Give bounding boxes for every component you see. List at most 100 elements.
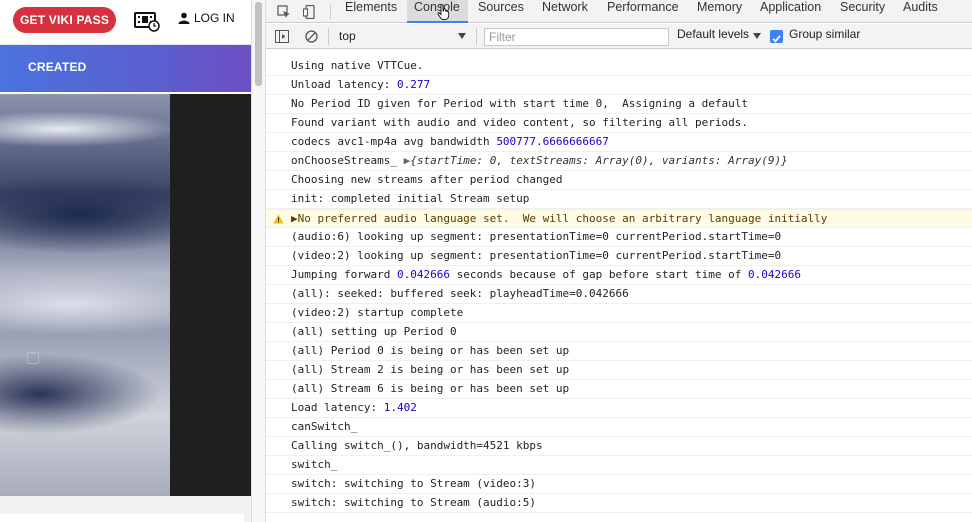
login-button[interactable]: LOG IN <box>178 11 235 25</box>
console-text: {startTime: <box>410 154 490 167</box>
console-text: Unload latency: <box>291 78 397 91</box>
console-text: (all): seeked: buffered seek: playheadTi… <box>291 287 629 300</box>
console-text: Found variant with audio and video conte… <box>291 116 748 129</box>
console-text: Choosing new streams after period change… <box>291 173 563 186</box>
console-text: (all) setting up Period 0 <box>291 325 457 338</box>
console-log-row[interactable]: Unload latency: 0.277 <box>266 76 972 95</box>
console-text: ▶No preferred audio language set. We wil… <box>291 212 828 225</box>
console-log-row[interactable]: Choosing new streams after period change… <box>266 171 972 190</box>
levels-dropdown-icon[interactable] <box>753 33 761 39</box>
toolbar-separator <box>476 28 477 45</box>
dark-side-panel <box>170 94 251 496</box>
tab-sources[interactable]: Sources <box>478 0 524 23</box>
console-text: (all) Period 0 is being or has been set … <box>291 344 570 357</box>
console-text: Using native VTTCue. <box>291 59 424 72</box>
execution-context-select[interactable]: top <box>336 27 470 46</box>
page-scrollbar[interactable] <box>251 0 266 522</box>
console-log-row[interactable]: Jumping forward 0.042666 seconds because… <box>266 266 972 285</box>
tab-security[interactable]: Security <box>840 0 885 23</box>
group-similar-checkbox[interactable] <box>770 30 783 43</box>
console-text: Calling switch_(), bandwidth=4521 kbps <box>291 439 543 452</box>
devtools-panel: Elements Console Sources Network Perform… <box>266 0 972 522</box>
log-levels-dropdown[interactable]: Default levels <box>677 27 749 46</box>
console-log-row[interactable]: canSwitch_ <box>266 418 972 437</box>
console-log-row[interactable]: No Period ID given for Period with start… <box>266 95 972 114</box>
console-text: codecs avc1-mp4a avg bandwidth <box>291 135 497 148</box>
console-warning-row[interactable]: ▶No preferred audio language set. We wil… <box>266 209 972 228</box>
context-dropdown-icon[interactable] <box>458 33 466 39</box>
watermark-icon <box>27 352 39 364</box>
console-log-row[interactable]: (all) setting up Period 0 <box>266 323 972 342</box>
tabbar-separator <box>330 4 331 19</box>
console-log-row[interactable]: switch: switching to Stream (video:3) <box>266 475 972 494</box>
tab-audits[interactable]: Audits <box>903 0 938 23</box>
console-text: switch: switching to Stream (audio:5) <box>291 496 537 509</box>
console-text: Jumping forward <box>291 268 397 281</box>
console-log-row[interactable]: (all): seeked: buffered seek: playheadTi… <box>266 285 972 304</box>
console-text: No Period ID given for Period with start… <box>291 97 748 110</box>
tab-network[interactable]: Network <box>542 0 588 23</box>
console-log-row[interactable]: switch_ <box>266 456 972 475</box>
website-viewport: GET VIKI PASS LOG IN CREATED <box>0 0 251 522</box>
console-text: (all) Stream 2 is being or has been set … <box>291 363 570 376</box>
console-log-row[interactable]: (all) Stream 2 is being or has been set … <box>266 361 972 380</box>
user-icon <box>178 12 190 24</box>
console-log-row[interactable]: onChooseStreams_ ▶{startTime: 0, textStr… <box>266 152 972 171</box>
console-text: (all) Stream 6 is being or has been set … <box>291 382 570 395</box>
tab-elements[interactable]: Elements <box>345 0 397 23</box>
console-log-row[interactable]: (audio:6) looking up segment: presentati… <box>266 228 972 247</box>
warning-icon <box>273 214 284 224</box>
console-log-row[interactable]: (all) Stream 6 is being or has been set … <box>266 380 972 399</box>
console-log-row[interactable]: (video:2) looking up segment: presentati… <box>266 247 972 266</box>
video-player[interactable] <box>0 94 170 496</box>
created-banner: CREATED <box>0 45 251 92</box>
console-text: switch: switching to Stream (video:3) <box>291 477 537 490</box>
console-text: onChooseStreams_ <box>291 154 404 167</box>
console-text: seconds because of gap before start time… <box>449 268 748 281</box>
devtools-tabbar: Elements Console Sources Network Perform… <box>266 0 972 23</box>
console-log-row[interactable]: codecs avc1-mp4a avg bandwidth 500777.66… <box>266 133 972 152</box>
clear-console-icon[interactable] <box>305 30 318 43</box>
console-log-row[interactable]: Using native VTTCue. <box>266 57 972 76</box>
console-filter-input[interactable] <box>484 28 669 46</box>
console-text: (video:2) looking up segment: presentati… <box>291 249 782 262</box>
checkmark-icon <box>772 35 781 43</box>
group-similar-label[interactable]: Group similar <box>789 27 860 46</box>
console-text: 500777.6666666667 <box>496 135 609 148</box>
console-text: (audio:6) looking up segment: presentati… <box>291 230 782 243</box>
console-text: init: completed initial Stream setup <box>291 192 530 205</box>
console-log-row[interactable]: (all) Period 0 is being or has been set … <box>266 342 972 361</box>
site-header: GET VIKI PASS LOG IN <box>0 0 251 45</box>
console-log-row[interactable]: Found variant with audio and video conte… <box>266 114 972 133</box>
console-text: switch_ <box>291 458 338 471</box>
console-text: 0.042666 <box>396 268 450 281</box>
toolbar-separator <box>328 28 329 45</box>
console-log-row[interactable]: (video:2) startup complete <box>266 304 972 323</box>
console-log-row[interactable]: Load latency: 1.402 <box>266 399 972 418</box>
console-log-row[interactable]: switch: switching to Stream (audio:5) <box>266 494 972 513</box>
console-toolbar: top Default levels Group similar <box>266 24 972 49</box>
content-card <box>0 514 244 522</box>
console-text: (video:2) startup complete <box>291 306 464 319</box>
tab-application[interactable]: Application <box>760 0 821 23</box>
console-log-row[interactable]: init: completed initial Stream setup <box>266 190 972 209</box>
console-messages[interactable]: Using native VTTCue. Unload latency: 0.27… <box>266 50 972 522</box>
tab-memory[interactable]: Memory <box>697 0 742 23</box>
get-viki-pass-button[interactable]: GET VIKI PASS <box>13 7 116 33</box>
hand-cursor-icon <box>437 4 450 20</box>
video-clock-icon[interactable] <box>134 10 160 32</box>
console-text: canSwitch_ <box>291 420 358 433</box>
console-text: 1.402 <box>383 401 417 414</box>
console-log-row[interactable]: Calling switch_(), bandwidth=4521 kbps <box>266 437 972 456</box>
console-text: 0.042666 <box>747 268 801 281</box>
login-label: LOG IN <box>194 11 235 25</box>
console-text: , textStreams: Array(0), variants: Array… <box>496 154 788 167</box>
created-label[interactable]: CREATED <box>28 60 87 74</box>
page-scrollbar-thumb[interactable] <box>255 2 262 86</box>
show-sidebar-icon[interactable] <box>275 30 289 43</box>
tab-performance[interactable]: Performance <box>607 0 679 23</box>
console-text: 0.277 <box>396 78 431 91</box>
console-text: Load latency: <box>291 401 384 414</box>
inspect-element-icon[interactable] <box>275 3 293 20</box>
device-toolbar-icon[interactable] <box>301 3 319 20</box>
